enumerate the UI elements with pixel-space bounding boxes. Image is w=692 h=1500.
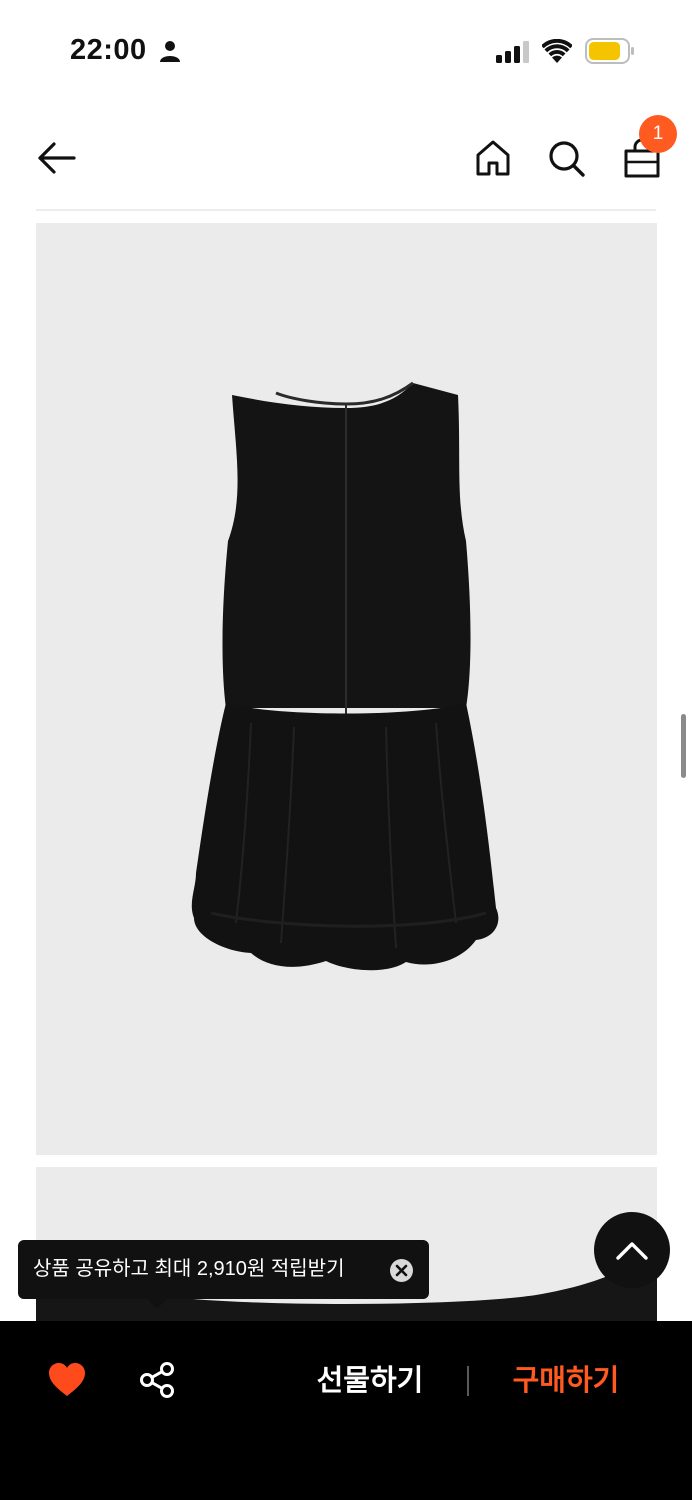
dress-back-view-image [191, 381, 499, 971]
heart-icon[interactable] [48, 1362, 86, 1398]
gift-button[interactable]: 선물하기 [300, 1355, 440, 1407]
buy-button[interactable]: 구매하기 [496, 1355, 636, 1407]
top-navigation [0, 110, 692, 208]
person-icon [160, 41, 180, 62]
tooltip-arrow [147, 1299, 167, 1309]
divider [36, 209, 656, 211]
battery-icon [585, 38, 634, 64]
home-icon[interactable] [472, 136, 514, 180]
tooltip-text: 상품 공유하고 최대 2,910원 적립받기 [33, 1258, 345, 1280]
search-icon[interactable] [546, 136, 588, 180]
share-icon[interactable] [139, 1361, 176, 1399]
status-bar: 22:00 [0, 0, 692, 100]
status-time: 22:00 [70, 34, 147, 66]
wifi-icon [542, 39, 572, 63]
scroll-to-top-button[interactable] [594, 1212, 670, 1288]
divider [467, 1366, 469, 1396]
share-reward-tooltip: 상품 공유하고 최대 2,910원 적립받기 [18, 1240, 429, 1299]
chevron-up-icon [616, 1242, 648, 1260]
back-arrow-icon[interactable] [34, 136, 78, 180]
product-image[interactable] [36, 223, 657, 1155]
cart-count-badge: 1 [639, 115, 677, 153]
signal-icon [496, 41, 529, 63]
bottom-action-bar [0, 1321, 692, 1500]
scrollbar[interactable] [681, 714, 686, 778]
close-icon[interactable] [390, 1259, 413, 1282]
